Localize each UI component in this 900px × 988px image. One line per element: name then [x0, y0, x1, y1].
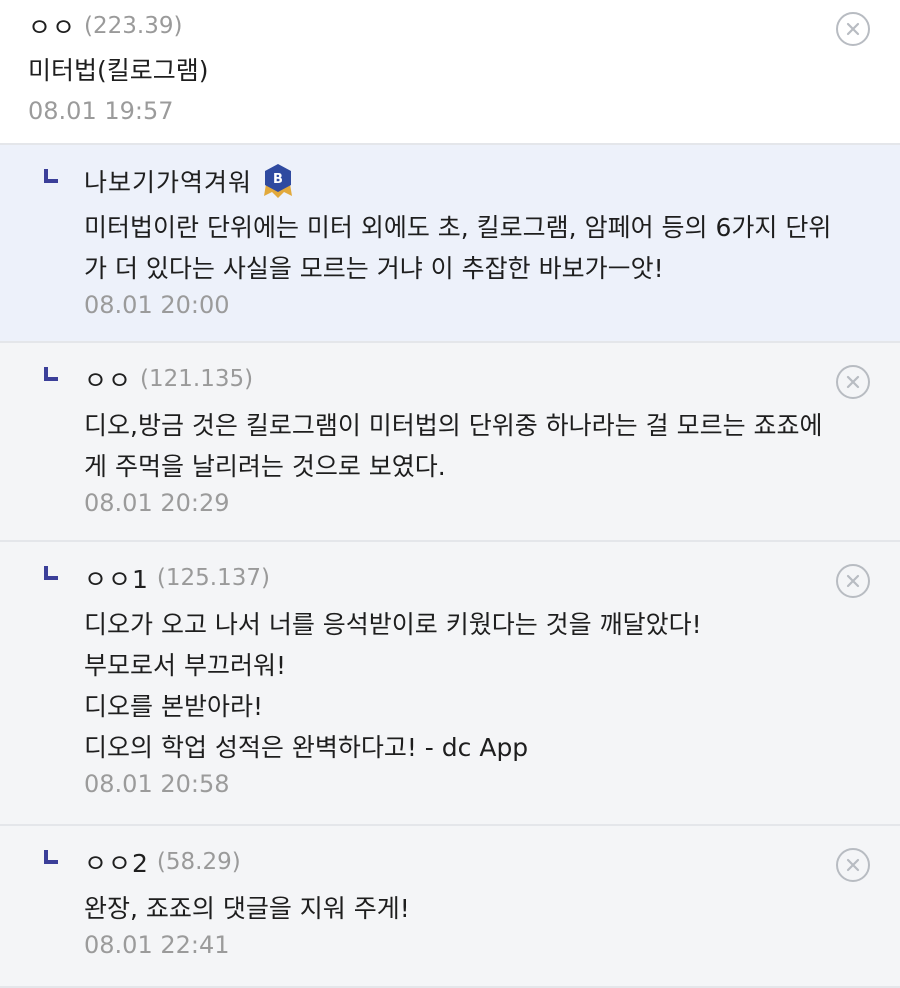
comment-line: 미터법이란 단위에는 미터 외에도 초, 킬로그램, 암페어 등의 6가지 단위: [84, 213, 832, 242]
comment-nickname[interactable]: ㅇㅇ2: [84, 844, 149, 880]
comment-date: 08.01 19:57: [28, 97, 174, 125]
comment-date: 08.01 20:00: [84, 291, 230, 319]
comment-date: 08.01 20:58: [84, 770, 230, 798]
reply-arrow-icon: [44, 850, 58, 864]
comment-date: 08.01 22:41: [84, 931, 230, 959]
close-icon: [846, 22, 860, 36]
comment-text: 디오가 오고 나서 너를 응석받이로 키웠다는 것을 깨달았다! 부모로서 부끄…: [84, 604, 900, 768]
reply-item: ㅇㅇ1 (125.137) 디오가 오고 나서 너를 응석받이로 키웠다는 것을…: [0, 542, 900, 826]
comment-text: 완장, 죠죠의 댓글을 지워 주게!: [84, 888, 900, 929]
comment-header: ㅇㅇ (223.39): [28, 6, 872, 46]
comment-item: ㅇㅇ (223.39) 미터법(킬로그램) 08.01 19:57: [0, 0, 900, 145]
comment-header: ㅇㅇ2 (58.29): [84, 826, 900, 882]
comment-header: 나보기가역겨워 B: [84, 145, 900, 201]
comment-ip: (223.39): [84, 13, 183, 39]
comment-ip: (125.137): [156, 565, 270, 591]
reply-arrow-icon: [44, 169, 58, 183]
delete-comment-button[interactable]: [836, 365, 870, 399]
comment-nickname[interactable]: ㅇㅇ: [28, 8, 76, 44]
close-icon: [846, 375, 860, 389]
delete-comment-button[interactable]: [836, 848, 870, 882]
close-icon: [846, 574, 860, 588]
comment-ip: (121.135): [140, 366, 254, 392]
comment-line: 디오의 학업 성적은 완벽하다고! - dc App: [84, 733, 529, 762]
reply-item: 나보기가역겨워 B 미터법이란 단위에는 미터 외에도 초, 킬로그램, 암페어…: [0, 145, 900, 343]
close-icon: [846, 858, 860, 872]
delete-comment-button[interactable]: [836, 564, 870, 598]
comment-nickname[interactable]: ㅇㅇ1: [84, 560, 149, 596]
comment-line: 디오를 본받아라!: [84, 692, 263, 721]
reply-arrow-icon: [44, 566, 58, 580]
comment-text: 디오,방금 것은 킬로그램이 미터법의 단위중 하나라는 걸 모르는 죠죠에 게…: [84, 405, 900, 487]
comment-text: 미터법이란 단위에는 미터 외에도 초, 킬로그램, 암페어 등의 6가지 단위…: [84, 207, 900, 289]
comment-text: 미터법(킬로그램): [28, 56, 209, 85]
reply-item: ㅇㅇ (121.135) 디오,방금 것은 킬로그램이 미터법의 단위중 하나라…: [0, 343, 900, 542]
comment-header: ㅇㅇ1 (125.137): [84, 542, 900, 598]
comment-ip: (58.29): [156, 849, 241, 875]
comment-line: 부모로서 부끄러워!: [84, 651, 286, 680]
comment-line: 디오가 오고 나서 너를 응석받이로 키웠다는 것을 깨달았다!: [84, 610, 702, 639]
comment-line: 완장, 죠죠의 댓글을 지워 주게!: [84, 894, 410, 923]
badge-letter: B: [273, 172, 283, 187]
comment-line: 가 더 있다는 사실을 모르는 거냐 이 추잡한 바보가ㅡ앗!: [84, 254, 664, 283]
best-badge-icon: B: [264, 164, 293, 198]
comment-line: 디오,방금 것은 킬로그램이 미터법의 단위중 하나라는 걸 모르는 죠죠에: [84, 411, 823, 440]
comment-nickname[interactable]: 나보기가역겨워: [84, 163, 252, 199]
reply-item: ㅇㅇ2 (58.29) 완장, 죠죠의 댓글을 지워 주게! 08.01 22:…: [0, 826, 900, 988]
comment-date: 08.01 20:29: [84, 489, 230, 517]
delete-comment-button[interactable]: [836, 12, 870, 46]
reply-arrow-icon: [44, 367, 58, 381]
comment-header: ㅇㅇ (121.135): [84, 343, 900, 399]
comment-line: 게 주먹을 날리려는 것으로 보였다.: [84, 452, 446, 481]
comment-nickname[interactable]: ㅇㅇ: [84, 361, 132, 397]
